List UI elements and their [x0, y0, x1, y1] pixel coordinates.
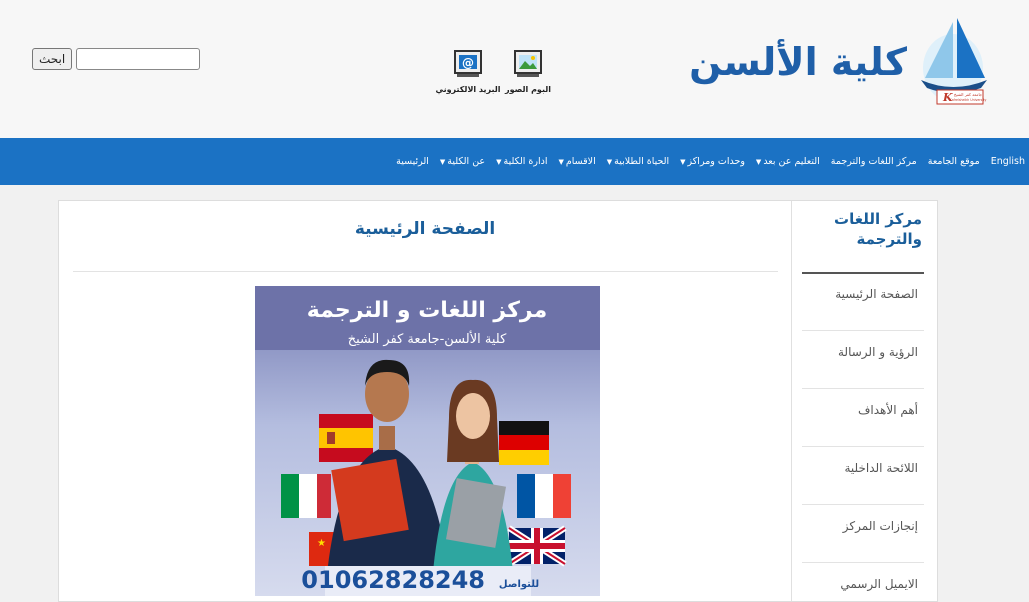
- sidebar-item-3[interactable]: اللائحة الداخلية: [808, 461, 918, 475]
- nav-item-label: الاقسام: [565, 156, 596, 167]
- sidebar-item-1[interactable]: الرؤية و الرسالة: [808, 345, 918, 359]
- page-title: الصفحة الرئيسية: [354, 219, 496, 239]
- sidebar-divider: [802, 330, 924, 331]
- nav-item-label: التعليم عن بعد: [763, 156, 820, 167]
- logo-text: كلية الألسن: [689, 40, 907, 84]
- nav-item-label: عن الكلية: [447, 156, 486, 167]
- svg-text:@: @: [462, 56, 474, 70]
- nav-item-6[interactable]: التعليم عن بعد▼: [756, 156, 820, 167]
- nav-item-0[interactable]: الرئيسية: [396, 156, 429, 167]
- nav-item-label: الحياة الطلابية: [614, 156, 670, 167]
- poster-phone-label: للتواصل: [499, 579, 539, 590]
- nav-item-label: مركز اللغات والترجمة: [830, 156, 917, 167]
- college-logo[interactable]: كلية الألسن K جامعة كفر الشيخ Kafrelshei…: [689, 14, 991, 110]
- email-icon: @: [454, 50, 482, 82]
- poster-phone: 01062828248: [301, 566, 485, 594]
- search-input[interactable]: [76, 48, 201, 70]
- nav-item-4[interactable]: الحياة الطلابية▼: [607, 156, 669, 167]
- email-label: البريد الالكتروني: [435, 85, 501, 94]
- nav-item-label: وحدات ومراكز: [687, 156, 745, 167]
- sidebar-divider: [802, 504, 924, 505]
- male-student-figure: [325, 359, 451, 596]
- nav-item-label: English: [990, 156, 1025, 167]
- svg-text:Kafrelsheikh University: Kafrelsheikh University: [950, 98, 987, 102]
- nav-item-3[interactable]: الاقسام▼: [558, 156, 595, 167]
- nav-item-label: الرئيسية: [396, 156, 429, 167]
- email-link[interactable]: @ البريد الالكتروني: [435, 50, 501, 94]
- nav-item-2[interactable]: ادارة الكلية▼: [496, 156, 547, 167]
- language-center-poster: مركز اللغات و الترجمة كلية الألسن-جامعة …: [255, 286, 600, 596]
- content-card: الصفحة الرئيسية مركز اللغات و الترجمة كل…: [58, 200, 938, 602]
- uk-flag-icon: [507, 525, 567, 567]
- search-button[interactable]: ابحث: [32, 48, 73, 70]
- nav-item-7[interactable]: مركز اللغات والترجمة: [831, 156, 917, 167]
- female-student-figure: [431, 379, 515, 596]
- search-box: ابحث: [32, 48, 201, 70]
- photo-album-icon: [514, 50, 542, 82]
- title-divider: [73, 271, 778, 272]
- sidebar-divider: [802, 562, 924, 563]
- caret-down-icon: ▼: [680, 158, 686, 166]
- site-header: ابحث @ البريد الالكتروني البوم الصور كلي…: [0, 0, 1029, 138]
- germany-flag-icon: [499, 421, 549, 465]
- caret-down-icon: ▼: [439, 158, 446, 166]
- main-content: الصفحة الرئيسية مركز اللغات و الترجمة كل…: [59, 201, 791, 601]
- sidebar-item-2[interactable]: أهم الأهداف: [808, 403, 918, 417]
- caret-down-icon: ▼: [558, 158, 564, 166]
- photo-album-link[interactable]: البوم الصور: [505, 50, 551, 94]
- nav-menu: الرئيسية عن الكلية▼ ادارة الكلية▼ الاقسام▼ ا…: [396, 138, 1025, 185]
- spain-flag-icon: [319, 414, 373, 462]
- sidebar: مركز اللغات والترجمة الصفحة الرئيسية الرؤ…: [791, 201, 938, 601]
- sidebar-divider: [802, 388, 924, 389]
- sidebar-item-4[interactable]: إنجازات المركز: [808, 519, 918, 533]
- sidebar-divider: [802, 446, 924, 447]
- sidebar-item-5[interactable]: الايميل الرسمي: [808, 577, 918, 591]
- sailboat-logo-icon: K جامعة كفر الشيخ Kafrelsheikh Universit…: [913, 14, 991, 110]
- caret-down-icon: ▼: [496, 158, 502, 166]
- sidebar-heading-divider: [802, 272, 924, 274]
- nav-item-label: موقع الجامعة: [927, 156, 980, 167]
- photo-album-label: البوم الصور: [505, 85, 551, 94]
- quick-links: @ البريد الالكتروني البوم الصور: [435, 50, 551, 94]
- svg-text:★: ★: [317, 538, 326, 549]
- sidebar-item-0[interactable]: الصفحة الرئيسية: [808, 287, 918, 301]
- poster-subtitle: كلية الألسن-جامعة كفر الشيخ: [348, 330, 507, 347]
- sidebar-heading: مركز اللغات والترجمة: [834, 210, 922, 248]
- italy-flag-icon: [281, 474, 331, 518]
- caret-down-icon: ▼: [755, 158, 762, 166]
- nav-item-8[interactable]: موقع الجامعة: [928, 156, 980, 167]
- svg-text:جامعة كفر الشيخ: جامعة كفر الشيخ: [954, 92, 983, 97]
- main-navbar: الرئيسية عن الكلية▼ ادارة الكلية▼ الاقسام▼ ا…: [0, 138, 1029, 185]
- france-flag-icon: [517, 474, 571, 518]
- nav-item-5[interactable]: وحدات ومراكز▼: [680, 156, 745, 167]
- caret-down-icon: ▼: [606, 158, 613, 166]
- nav-item-1[interactable]: عن الكلية▼: [440, 156, 485, 167]
- nav-item-9[interactable]: English: [991, 156, 1025, 167]
- poster-title: مركز اللغات و الترجمة: [307, 298, 547, 323]
- poster-illustration: مركز اللغات و الترجمة كلية الألسن-جامعة …: [255, 286, 600, 596]
- nav-item-label: ادارة الكلية: [503, 156, 548, 167]
